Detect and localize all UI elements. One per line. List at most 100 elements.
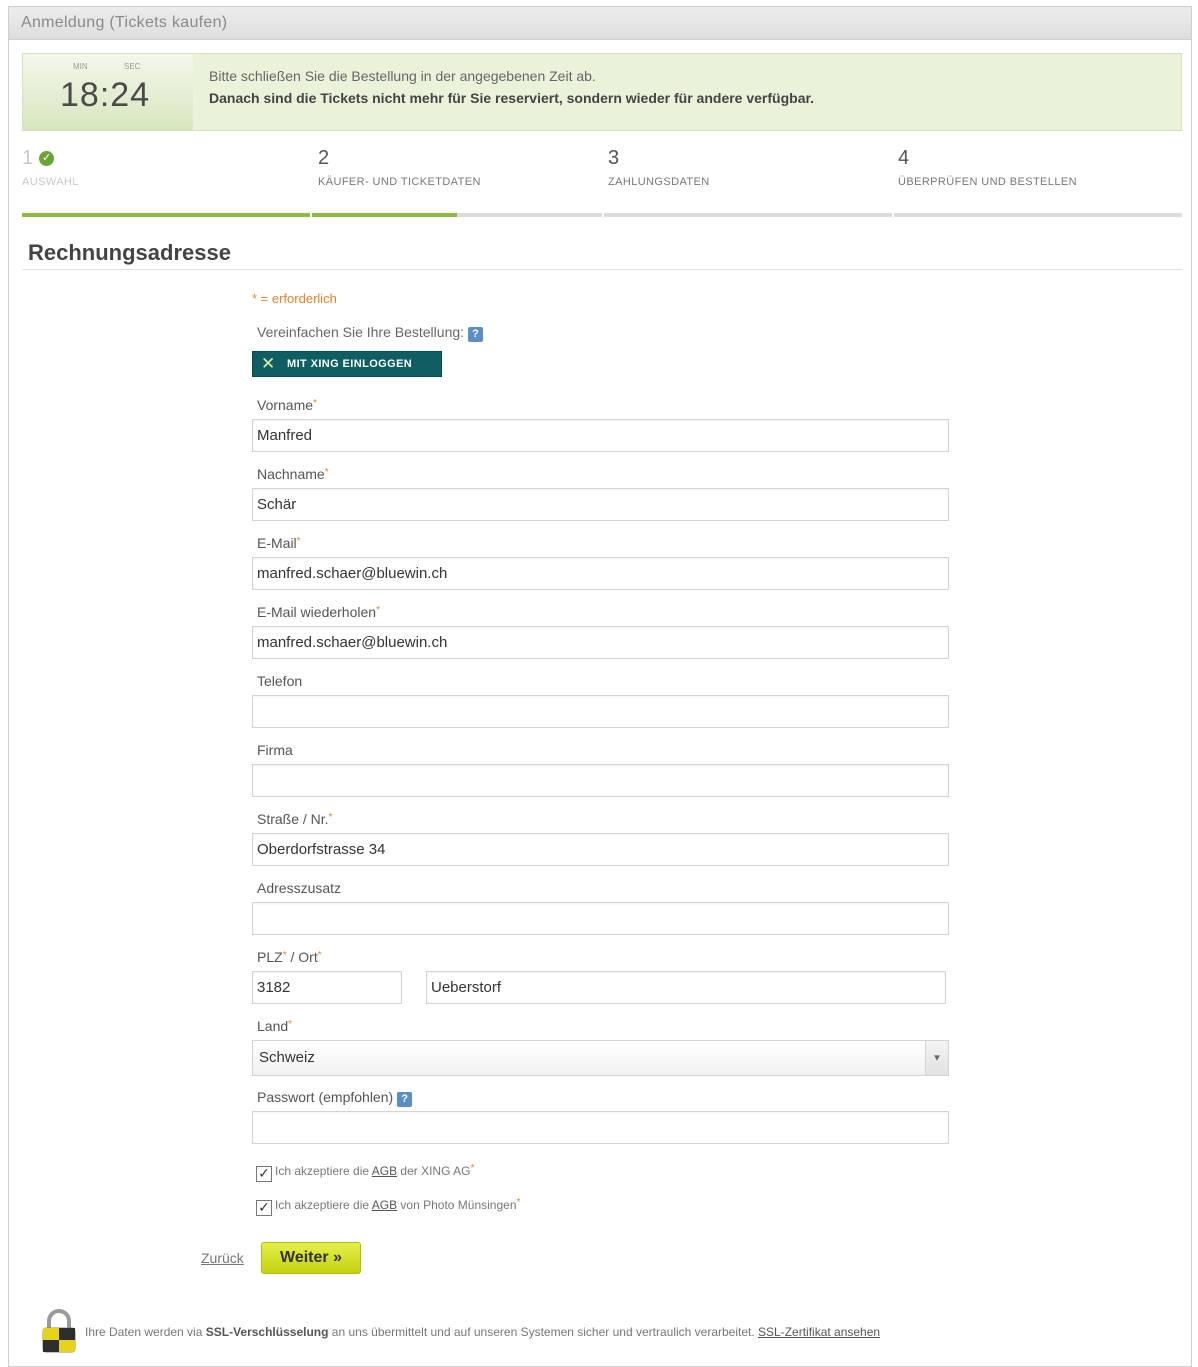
step-label: ÜBERPRÜFEN UND BESTELLEN bbox=[898, 176, 1077, 188]
required-star: * bbox=[317, 950, 322, 961]
required-note: * = erforderlich bbox=[252, 291, 337, 306]
street-input[interactable]: Oberdorfstrasse 34 bbox=[252, 833, 949, 866]
ssl-text-bold: SSL-Verschlüsselung bbox=[205, 1325, 329, 1339]
required-star: * bbox=[516, 1197, 521, 1208]
firstname-input[interactable]: Manfred bbox=[252, 419, 949, 452]
agb-photo-link[interactable]: AGB bbox=[372, 1198, 397, 1212]
city-input[interactable]: Ueberstorf bbox=[426, 971, 946, 1004]
step-number: 4 bbox=[898, 147, 910, 169]
step-payment-data: 3 ZAHLUNGSDATEN bbox=[608, 147, 898, 217]
company-field-group: Firma bbox=[252, 742, 949, 797]
xing-login-button[interactable]: ✕ MIT XING EINLOGGEN bbox=[252, 351, 442, 377]
step-label: AUSWAHL bbox=[22, 176, 79, 188]
firstname-field-group: Vorname* Manfred bbox=[252, 397, 949, 452]
ssl-certificate-link[interactable]: SSL-Zertifikat ansehen bbox=[758, 1325, 880, 1339]
required-star: * bbox=[288, 1019, 293, 1030]
country-selected-value: Schweiz bbox=[259, 1049, 315, 1066]
required-star: * bbox=[328, 812, 333, 823]
firstname-label: Vorname* bbox=[257, 397, 949, 415]
checkbox-label-suffix: der XING AG bbox=[397, 1164, 471, 1178]
company-input[interactable] bbox=[252, 764, 949, 797]
lastname-input[interactable]: Schär bbox=[252, 488, 949, 521]
check-icon: ✓ bbox=[39, 151, 55, 166]
progress-divider bbox=[892, 213, 894, 217]
zip-city-label: PLZ* / Ort* bbox=[257, 949, 949, 967]
zip-label-text: PLZ bbox=[257, 949, 283, 965]
password-label-text: Passwort (empfohlen) bbox=[257, 1089, 394, 1105]
phone-input[interactable] bbox=[252, 695, 949, 728]
timer-min-label: MIN bbox=[73, 62, 88, 71]
progress-divider bbox=[310, 213, 312, 217]
step-label: ZAHLUNGSDATEN bbox=[608, 176, 710, 188]
accept-agb-xing-checkbox-row: ✓ Ich akzeptiere die AGB der XING AG* bbox=[256, 1163, 474, 1182]
phone-field-group: Telefon bbox=[252, 673, 949, 728]
required-star: * bbox=[324, 467, 329, 478]
country-label-text: Land bbox=[257, 1018, 289, 1034]
phone-label: Telefon bbox=[257, 673, 303, 689]
agb-xing-link[interactable]: AGB bbox=[372, 1164, 397, 1178]
next-button[interactable]: Weiter » bbox=[261, 1242, 361, 1274]
email-repeat-label-text: E-Mail wiederholen bbox=[257, 604, 377, 620]
help-icon[interactable]: ? bbox=[468, 327, 484, 342]
step-selection[interactable]: 1 ✓ AUSWAHL bbox=[22, 147, 312, 217]
timer-message: Bitte schließen Sie die Bestellung in de… bbox=[209, 68, 814, 106]
email-repeat-label: E-Mail wiederholen* bbox=[257, 604, 949, 622]
email-label: E-Mail* bbox=[257, 535, 949, 553]
lastname-label: Nachname* bbox=[257, 466, 949, 484]
chevron-down-icon[interactable]: ▾ bbox=[925, 1041, 948, 1075]
step-number: 2 bbox=[318, 147, 330, 169]
step-buyer-data: 2 KÄUFER- UND TICKETDATEN bbox=[318, 147, 608, 217]
address-extra-input[interactable] bbox=[252, 902, 949, 935]
progress-bar bbox=[22, 213, 1182, 217]
ssl-notice: Ihre Daten werden via SSL-Verschlüsselun… bbox=[39, 1308, 1139, 1358]
checkout-steps: 1 ✓ AUSWAHL 2 KÄUFER- UND TICKETDATEN 3 Z… bbox=[22, 147, 1182, 217]
timer-message-line2: Danach sind die Tickets nicht mehr für S… bbox=[209, 90, 815, 106]
firstname-label-text: Vorname bbox=[257, 397, 314, 413]
help-icon[interactable]: ? bbox=[397, 1092, 413, 1107]
checkbox-label-suffix: von Photo Münsingen bbox=[397, 1198, 517, 1212]
ticket-window: Anmeldung (Tickets kaufen) MIN SEC 18:24… bbox=[8, 6, 1192, 1367]
email-repeat-input[interactable]: manfred.schaer@bluewin.ch bbox=[252, 626, 949, 659]
progress-divider bbox=[602, 213, 604, 217]
countdown-timer: MIN SEC 18:24 bbox=[23, 54, 193, 130]
xing-logo-icon: ✕ bbox=[261, 354, 276, 373]
simplify-label-text: Vereinfachen Sie Ihre Bestellung: bbox=[257, 324, 465, 340]
country-field-group: Land* Schweiz ▾ bbox=[252, 1018, 949, 1076]
country-select[interactable]: Schweiz ▾ bbox=[252, 1040, 949, 1076]
country-label: Land* bbox=[257, 1018, 949, 1036]
lastname-label-text: Nachname bbox=[257, 466, 325, 482]
password-label: Passwort (empfohlen)? bbox=[257, 1089, 949, 1107]
street-field-group: Straße / Nr.* Oberdorfstrasse 34 bbox=[252, 811, 949, 866]
back-link[interactable]: Zurück bbox=[201, 1250, 244, 1266]
required-star: * bbox=[296, 536, 301, 547]
ssl-text-prefix: Ihre Daten werden via bbox=[85, 1325, 206, 1339]
street-label: Straße / Nr.* bbox=[257, 811, 949, 829]
street-label-text: Straße / Nr. bbox=[257, 811, 329, 827]
city-label-text: / Ort bbox=[286, 949, 318, 965]
step-number: 3 bbox=[608, 147, 620, 169]
email-input[interactable]: manfred.schaer@bluewin.ch bbox=[252, 557, 949, 590]
accept-agb-photo-checkbox-row: ✓ Ich akzeptiere die AGB von Photo Münsin… bbox=[256, 1197, 520, 1216]
timer-sec-label: SEC bbox=[124, 62, 141, 71]
checkbox-label-prefix: Ich akzeptiere die bbox=[275, 1164, 372, 1178]
email-label-text: E-Mail bbox=[257, 535, 297, 551]
required-star: * bbox=[313, 398, 317, 409]
company-label: Firma bbox=[257, 742, 293, 758]
accept-agb-photo-checkbox[interactable]: ✓ bbox=[256, 1200, 272, 1216]
step-label: KÄUFER- UND TICKETDATEN bbox=[318, 176, 481, 188]
required-star: * bbox=[376, 605, 380, 616]
reservation-timer-box: MIN SEC 18:24 Bitte schließen Sie die Be… bbox=[22, 53, 1182, 131]
email-repeat-field-group: E-Mail wiederholen* manfred.schaer@bluew… bbox=[252, 604, 949, 659]
step-number: 1 bbox=[22, 147, 34, 169]
accept-agb-xing-checkbox[interactable]: ✓ bbox=[256, 1166, 272, 1182]
zip-city-field-group: PLZ* / Ort* 3182 Ueberstorf bbox=[252, 949, 949, 1004]
zip-city-inputs: 3182 Ueberstorf bbox=[252, 971, 949, 1004]
required-star: * bbox=[470, 1163, 475, 1174]
password-input[interactable] bbox=[252, 1111, 949, 1144]
zip-input[interactable]: 3182 bbox=[252, 971, 402, 1004]
step-review-order: 4 ÜBERPRÜFEN UND BESTELLEN bbox=[898, 147, 1188, 217]
address-extra-field-group: Adresszusatz bbox=[252, 880, 949, 935]
section-divider bbox=[22, 269, 1182, 270]
window-title: Anmeldung (Tickets kaufen) bbox=[21, 14, 228, 31]
address-extra-label: Adresszusatz bbox=[257, 880, 342, 896]
